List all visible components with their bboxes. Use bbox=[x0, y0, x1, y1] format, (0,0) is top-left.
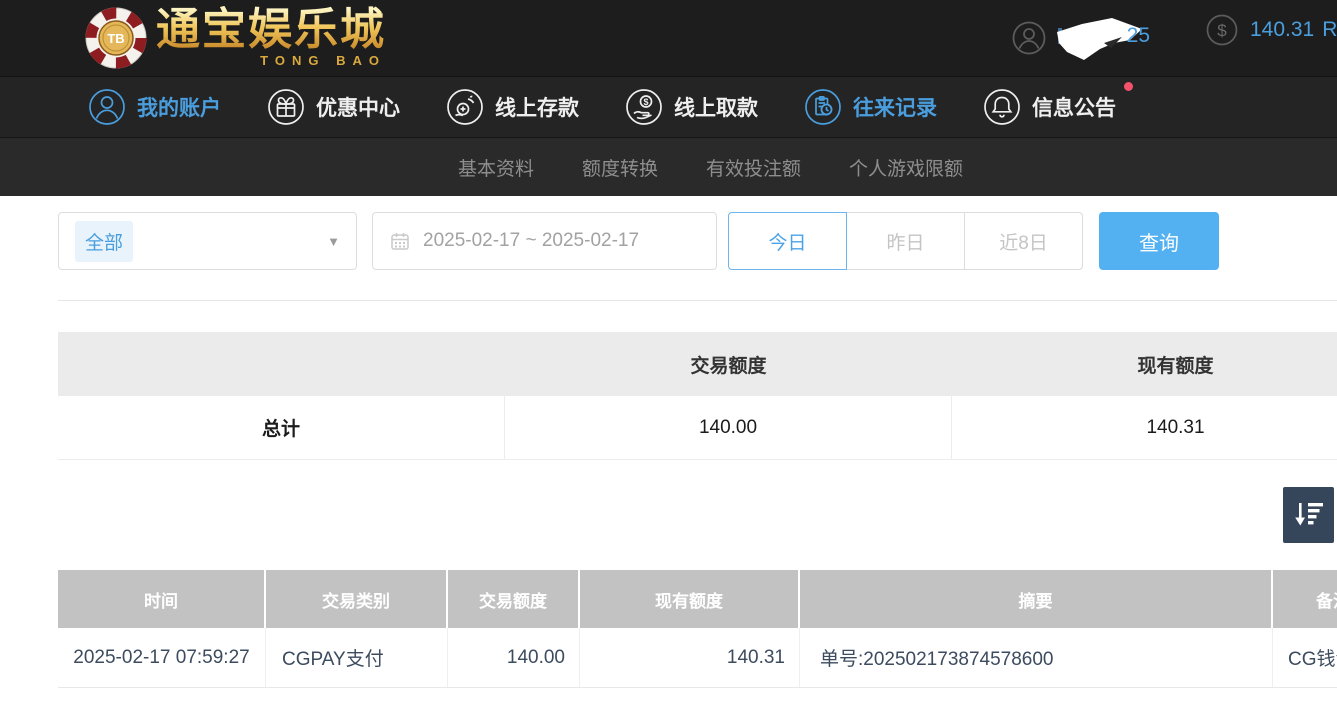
nav-label: 我的账户 bbox=[137, 92, 221, 122]
subnav-item-credit-transfer[interactable]: 额度转换 bbox=[582, 154, 658, 181]
svg-text:$: $ bbox=[643, 97, 648, 107]
nav-label: 往来记录 bbox=[853, 92, 937, 122]
top-bar: TB 通宝娱乐城 TONG BAO 25 $ 140.31 RMB bbox=[0, 0, 1337, 76]
quick-range-group: 今日 昨日 近8日 bbox=[728, 212, 1083, 270]
record-time: 2025-02-17 07:59:27 bbox=[58, 628, 266, 687]
svg-text:TB: TB bbox=[107, 31, 124, 46]
subnav-item-game-limits[interactable]: 个人游戏限额 bbox=[849, 154, 963, 181]
records-icon bbox=[804, 88, 842, 126]
filter-toolbar: 全部 ▼ 2025-02-17 ~ 2025-02-17 今日 昨日 近8日 查… bbox=[58, 212, 1337, 270]
brand-logo[interactable]: TB 通宝娱乐城 TONG BAO bbox=[84, 6, 386, 70]
username-visible-text: 25 bbox=[1127, 24, 1150, 48]
records-header-time: 时间 bbox=[58, 570, 266, 628]
subnav-item-valid-bets[interactable]: 有效投注额 bbox=[706, 154, 801, 181]
main-nav: 我的账户 优惠中心 线上存款 $ 线上取款 bbox=[0, 76, 1337, 138]
notification-dot bbox=[1124, 82, 1133, 91]
summary-total-row: 总计 140.00 140.31 bbox=[58, 396, 1337, 460]
record-transaction-amount: 140.00 bbox=[448, 628, 580, 687]
summary-table: 交易额度 现有额度 总计 140.00 140.31 bbox=[58, 332, 1337, 460]
summary-transaction-amount: 140.00 bbox=[505, 396, 952, 459]
section-divider bbox=[58, 300, 1337, 301]
date-range-input[interactable]: 2025-02-17 ~ 2025-02-17 bbox=[372, 212, 717, 270]
sort-descending-button[interactable] bbox=[1283, 487, 1334, 543]
summary-header-transaction-amount: 交易额度 bbox=[505, 332, 952, 396]
nav-item-records[interactable]: 往来记录 bbox=[804, 88, 937, 126]
user-icon bbox=[88, 88, 126, 126]
bell-icon bbox=[983, 88, 1021, 126]
records-header-current-balance: 现有额度 bbox=[580, 570, 800, 628]
balance-unit: RMB bbox=[1322, 18, 1337, 42]
nav-label: 线上存款 bbox=[495, 92, 579, 122]
nav-item-withdraw[interactable]: $ 线上取款 bbox=[625, 88, 758, 126]
search-button[interactable]: 查询 bbox=[1099, 212, 1219, 270]
records-header-row: 时间 交易类别 交易额度 现有额度 摘要 备注 bbox=[58, 570, 1337, 628]
brand-text: 通宝娱乐城 TONG BAO bbox=[156, 6, 386, 68]
calendar-icon bbox=[390, 231, 410, 251]
chevron-down-icon: ▼ bbox=[327, 234, 340, 249]
nav-item-my-account[interactable]: 我的账户 bbox=[88, 88, 221, 126]
quick-range-last8days[interactable]: 近8日 bbox=[964, 212, 1083, 270]
username-masked: 25 bbox=[1052, 14, 1150, 62]
sub-nav: 基本资料 额度转换 有效投注额 个人游戏限额 bbox=[0, 138, 1337, 196]
summary-header-current-balance: 现有额度 bbox=[952, 332, 1337, 396]
gift-icon bbox=[267, 88, 305, 126]
account-menu[interactable]: 25 bbox=[1012, 14, 1150, 62]
withdraw-icon: $ bbox=[625, 88, 663, 126]
sort-descending-icon bbox=[1294, 502, 1324, 528]
record-current-balance: 140.31 bbox=[580, 628, 800, 687]
record-type: CGPAY支付 bbox=[266, 628, 448, 687]
summary-current-balance: 140.31 bbox=[952, 396, 1337, 459]
transaction-type-select[interactable]: 全部 ▼ bbox=[58, 212, 357, 270]
balance-display: $ 140.31 RMB bbox=[1206, 14, 1337, 46]
nav-item-deposit[interactable]: 线上存款 bbox=[446, 88, 579, 126]
subnav-item-basic-info[interactable]: 基本资料 bbox=[458, 154, 534, 181]
quick-range-yesterday[interactable]: 昨日 bbox=[846, 212, 965, 270]
nav-label: 信息公告 bbox=[1032, 92, 1116, 122]
records-header-type: 交易类别 bbox=[266, 570, 448, 628]
nav-item-announcements[interactable]: 信息公告 bbox=[983, 88, 1116, 126]
dollar-circle-icon: $ bbox=[1206, 14, 1238, 46]
user-avatar-icon bbox=[1012, 21, 1046, 55]
table-row: 2025-02-17 07:59:27 CGPAY支付 140.00 140.3… bbox=[58, 628, 1337, 688]
svg-text:$: $ bbox=[1217, 21, 1227, 40]
records-header-transaction-amount: 交易额度 bbox=[448, 570, 580, 628]
brand-name-cn: 通宝娱乐城 bbox=[156, 6, 386, 54]
nav-label: 优惠中心 bbox=[316, 92, 400, 122]
tb-chip-icon: TB bbox=[84, 6, 148, 70]
record-remarks: CG钱包 bbox=[1273, 628, 1337, 687]
records-table: 时间 交易类别 交易额度 现有额度 摘要 备注 2025-02-17 07:59… bbox=[58, 570, 1337, 688]
summary-header-row: 交易额度 现有额度 bbox=[58, 332, 1337, 396]
record-summary: 单号:202502173874578600 bbox=[800, 628, 1273, 687]
brand-name-en: TONG BAO bbox=[260, 53, 386, 68]
nav-label: 线上取款 bbox=[674, 92, 758, 122]
date-range-text: 2025-02-17 ~ 2025-02-17 bbox=[423, 230, 639, 252]
balance-amount: 140.31 bbox=[1250, 18, 1314, 42]
nav-item-promotions[interactable]: 优惠中心 bbox=[267, 88, 400, 126]
quick-range-today[interactable]: 今日 bbox=[728, 212, 847, 270]
selected-type-chip: 全部 bbox=[75, 221, 133, 262]
records-header-remarks: 备注 bbox=[1273, 570, 1337, 628]
records-header-summary: 摘要 bbox=[800, 570, 1273, 628]
summary-header-blank bbox=[58, 332, 505, 396]
deposit-icon bbox=[446, 88, 484, 126]
summary-total-label: 总计 bbox=[58, 396, 505, 459]
